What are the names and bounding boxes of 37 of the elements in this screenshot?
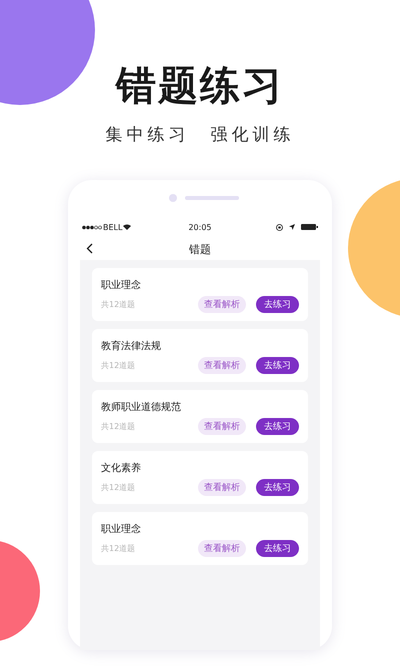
topic-title: 文化素养 bbox=[101, 462, 142, 475]
status-time: 20:05 bbox=[188, 222, 212, 232]
view-analysis-button[interactable]: 查看解析 bbox=[198, 418, 246, 435]
practice-button[interactable]: 去练习 bbox=[256, 418, 299, 435]
topic-title: 职业理念 bbox=[101, 278, 142, 292]
topic-title: 职业理念 bbox=[101, 522, 142, 536]
topic-card[interactable]: 教育法律法规 共12道题 查看解析 去练习 bbox=[92, 329, 308, 382]
view-analysis-button[interactable]: 查看解析 bbox=[198, 357, 246, 374]
topic-title: 教育法律法规 bbox=[101, 340, 162, 353]
view-analysis-button[interactable]: 查看解析 bbox=[198, 479, 246, 496]
practice-button[interactable]: 去练习 bbox=[256, 357, 299, 374]
practice-button[interactable]: 去练习 bbox=[256, 479, 299, 496]
topic-card[interactable]: 职业理念 共12道题 查看解析 去练习 bbox=[92, 512, 308, 565]
topic-card[interactable]: 教师职业道德规范 共12道题 查看解析 去练习 bbox=[92, 390, 308, 443]
subheadline: 集中练习 强化训练 bbox=[106, 124, 294, 146]
question-count: 共12道题 bbox=[101, 299, 136, 310]
carrier-name: BELL bbox=[103, 222, 122, 232]
topic-card[interactable]: 职业理念 共12道题 查看解析 去练习 bbox=[92, 268, 308, 321]
question-count: 共12道题 bbox=[101, 482, 136, 493]
headline: 错题练习 bbox=[116, 62, 284, 111]
question-count: 共12道题 bbox=[101, 360, 136, 371]
battery-icon bbox=[301, 224, 318, 230]
view-analysis-button[interactable]: 查看解析 bbox=[198, 296, 246, 313]
camera-icon bbox=[169, 194, 177, 202]
practice-button[interactable]: 去练习 bbox=[256, 296, 299, 313]
question-count: 共12道题 bbox=[101, 421, 136, 432]
practice-button[interactable]: 去练习 bbox=[256, 540, 299, 557]
wifi-icon bbox=[123, 224, 132, 230]
back-icon[interactable] bbox=[86, 243, 93, 254]
page-title: 错题 bbox=[189, 242, 211, 256]
rotation-lock-icon bbox=[276, 224, 283, 230]
location-icon bbox=[289, 224, 295, 230]
topic-card[interactable]: 文化素养 共12道题 查看解析 去练习 bbox=[92, 451, 308, 504]
signal-icon bbox=[82, 224, 102, 230]
question-count: 共12道题 bbox=[101, 543, 136, 554]
topic-title: 教师职业道德规范 bbox=[101, 400, 182, 414]
view-analysis-button[interactable]: 查看解析 bbox=[198, 540, 246, 557]
